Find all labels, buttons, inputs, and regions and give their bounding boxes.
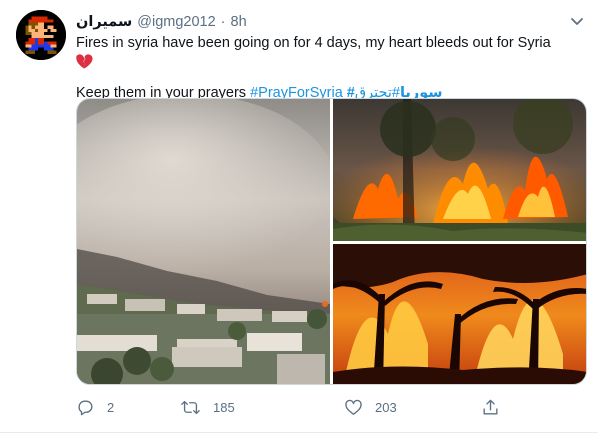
night-fire-image: [333, 244, 586, 384]
heart-icon: [345, 399, 362, 415]
tweet-text-sentence: Fires in syria have been going on for 4 …: [76, 35, 551, 51]
tweet-card[interactable]: سميران @igmg2012 · 8h Fires in syria hav…: [0, 0, 598, 433]
chevron-down-icon: [571, 18, 583, 25]
more-options-button[interactable]: [566, 10, 588, 32]
like-count: 203: [375, 399, 397, 415]
tweet-text-line-1: Fires in syria have been going on for 4 …: [76, 33, 586, 76]
avatar[interactable]: [16, 10, 66, 60]
author-handle[interactable]: @igmg2012: [137, 14, 215, 30]
meta-separator: ·: [220, 14, 226, 30]
broken-heart-icon: [76, 53, 93, 76]
reply-icon: [78, 399, 93, 415]
media-grid: [76, 98, 587, 385]
share-icon: [483, 399, 498, 415]
retweet-count: 185: [213, 399, 235, 415]
like-button[interactable]: 203: [344, 396, 397, 418]
photo-forest-fire[interactable]: [333, 99, 586, 241]
retweet-icon: [181, 400, 200, 414]
tweet-text: Fires in syria have been going on for 4 …: [76, 33, 586, 103]
tweet-header: سميران @igmg2012 · 8h: [76, 13, 247, 31]
tweet-timestamp[interactable]: 8h: [231, 14, 247, 30]
pixel-mario-avatar-image: [16, 10, 66, 60]
forest-fire-image: [333, 99, 586, 241]
photo-smoke-over-town[interactable]: [77, 99, 330, 384]
reply-count: 2: [107, 399, 115, 415]
tweet-actions: 2 185 203: [76, 396, 506, 418]
retweet-button[interactable]: 185: [180, 396, 235, 418]
share-button[interactable]: [481, 396, 500, 418]
author-name[interactable]: سميران: [76, 14, 132, 30]
photo-night-fire[interactable]: [333, 244, 586, 384]
smoke-over-town-image: [77, 99, 330, 384]
reply-button[interactable]: 2: [76, 396, 114, 418]
